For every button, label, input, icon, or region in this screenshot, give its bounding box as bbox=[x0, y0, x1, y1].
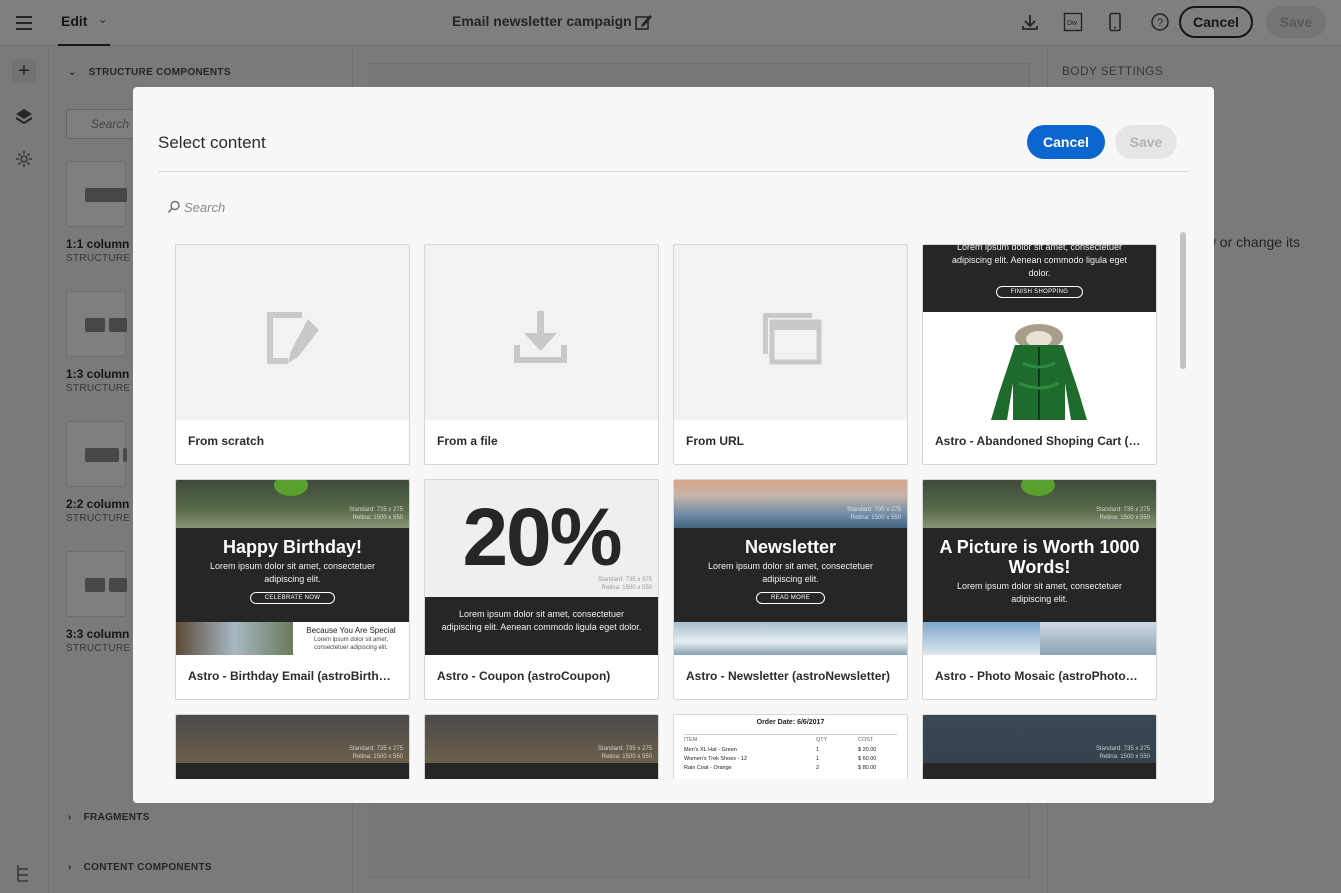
template-card-from-file[interactable]: From a file bbox=[424, 244, 659, 465]
template-card-newsletter[interactable]: Standard: 735 x 275 Retina: 1500 x 550 Ne… bbox=[673, 479, 908, 700]
template-card-abandoned-cart[interactable]: Lorem ipsum dolor sit amet, consectetuer… bbox=[922, 244, 1157, 465]
dialog-save-button[interactable]: Save bbox=[1115, 125, 1177, 159]
order-table-row: Men's XL Hat - Green 1 $ 20.00 bbox=[684, 747, 877, 753]
order-table-row: Rain Coat - Orange 2 $ 80.00 bbox=[684, 765, 877, 771]
template-grid: From scratch From a file From URL Lorem … bbox=[133, 227, 1188, 779]
celebrate-now-button: CELEBRATE NOW bbox=[249, 592, 336, 604]
url-icon bbox=[763, 313, 822, 365]
search-icon bbox=[167, 200, 180, 214]
family-photo bbox=[176, 622, 293, 655]
download-icon bbox=[514, 311, 567, 363]
ocean-image bbox=[674, 480, 907, 530]
dialog-search bbox=[167, 197, 484, 217]
newsletter-headline: Newsletter bbox=[744, 537, 837, 557]
select-content-dialog: Select content Cancel Save From scratch bbox=[133, 87, 1214, 803]
card-thumbnail: Standard: 735 x 275 Retina: 1500 x 550 bbox=[176, 715, 409, 779]
card-thumbnail: Standard: 735 x 275 Retina: 1500 x 550 Ha… bbox=[176, 480, 409, 655]
template-card-birthday[interactable]: Standard: 735 x 275 Retina: 1500 x 550 Ha… bbox=[175, 479, 410, 700]
card-label: Astro - Abandoned Shoping Cart (as... bbox=[935, 434, 1145, 448]
divider bbox=[158, 171, 1189, 172]
mosaic-headline: A Picture is Worth 1000 Words! bbox=[939, 537, 1140, 577]
card-label: Astro - Newsletter (astroNewsletter) bbox=[686, 669, 891, 683]
dialog-search-input[interactable] bbox=[184, 199, 484, 215]
template-card[interactable]: Standard: 735 x 275 Retina: 1500 x 550 bbox=[922, 714, 1157, 779]
edit-icon bbox=[267, 312, 319, 364]
order-table-header: ITEM QTY COST bbox=[684, 737, 874, 743]
snowboard-photo bbox=[923, 622, 1040, 655]
card-thumbnail: Standard: 735 x 275 Retina: 1500 x 550 A … bbox=[923, 480, 1156, 655]
special-panel: Because You Are Special Lorem ipsum dolo… bbox=[293, 622, 409, 655]
card-label: Astro - Birthday Email (astroBirthda... bbox=[188, 669, 398, 683]
card-thumbnail: Lorem ipsum dolor sit amet, consectetuer… bbox=[923, 245, 1156, 420]
card-thumbnail bbox=[425, 245, 658, 420]
coupon-headline: 20% bbox=[462, 492, 622, 583]
template-card-from-scratch[interactable]: From scratch bbox=[175, 244, 410, 465]
read-more-button: READ MORE bbox=[755, 592, 826, 604]
dialog-cancel-button[interactable]: Cancel bbox=[1027, 125, 1105, 159]
template-card[interactable]: Standard: 735 x 275 Retina: 1500 x 550 bbox=[175, 714, 410, 779]
card-thumbnail: Order Date: 6/6/2017 ITEM QTY COST Men's… bbox=[674, 715, 907, 779]
jacket-image bbox=[991, 324, 1087, 420]
template-card-order[interactable]: Order Date: 6/6/2017 ITEM QTY COST Men's… bbox=[673, 714, 908, 779]
card-thumbnail: Standard: 735 x 275 Retina: 1500 x 550 bbox=[923, 715, 1156, 779]
card-thumbnail: Standard: 735 x 275 Retina: 1500 x 550 bbox=[425, 715, 658, 779]
card-thumbnail bbox=[674, 245, 907, 420]
card-label: From a file bbox=[437, 434, 498, 448]
template-card-from-url[interactable]: From URL bbox=[673, 244, 908, 465]
card-thumbnail bbox=[176, 245, 409, 420]
card-thumbnail: 20% Standard: 735 x 375 Retina: 1500 x 55… bbox=[425, 480, 658, 655]
finish-shopping-button: FINISH SHOPPING bbox=[995, 286, 1084, 298]
card-label: From scratch bbox=[188, 434, 265, 448]
template-card[interactable]: Standard: 735 x 275 Retina: 1500 x 550 bbox=[424, 714, 659, 779]
order-table-row: Women's Trek Shoes - 12 1 $ 60.00 bbox=[684, 756, 877, 762]
grid-scrollbar-thumb[interactable] bbox=[1180, 232, 1186, 369]
card-label: Astro - Coupon (astroCoupon) bbox=[437, 669, 611, 683]
card-label: Astro - Photo Mosaic (astroPhotoM... bbox=[935, 669, 1145, 683]
mountain-photo bbox=[1040, 622, 1156, 655]
birthday-headline: Happy Birthday! bbox=[222, 537, 363, 557]
card-thumbnail: Standard: 735 x 275 Retina: 1500 x 550 Ne… bbox=[674, 480, 907, 655]
template-card-coupon[interactable]: 20% Standard: 735 x 375 Retina: 1500 x 55… bbox=[424, 479, 659, 700]
card-label: From URL bbox=[686, 434, 744, 448]
template-card-photo-mosaic[interactable]: Standard: 735 x 275 Retina: 1500 x 550 A … bbox=[922, 479, 1157, 700]
snow-image bbox=[674, 622, 907, 655]
dialog-title: Select content bbox=[158, 133, 266, 152]
